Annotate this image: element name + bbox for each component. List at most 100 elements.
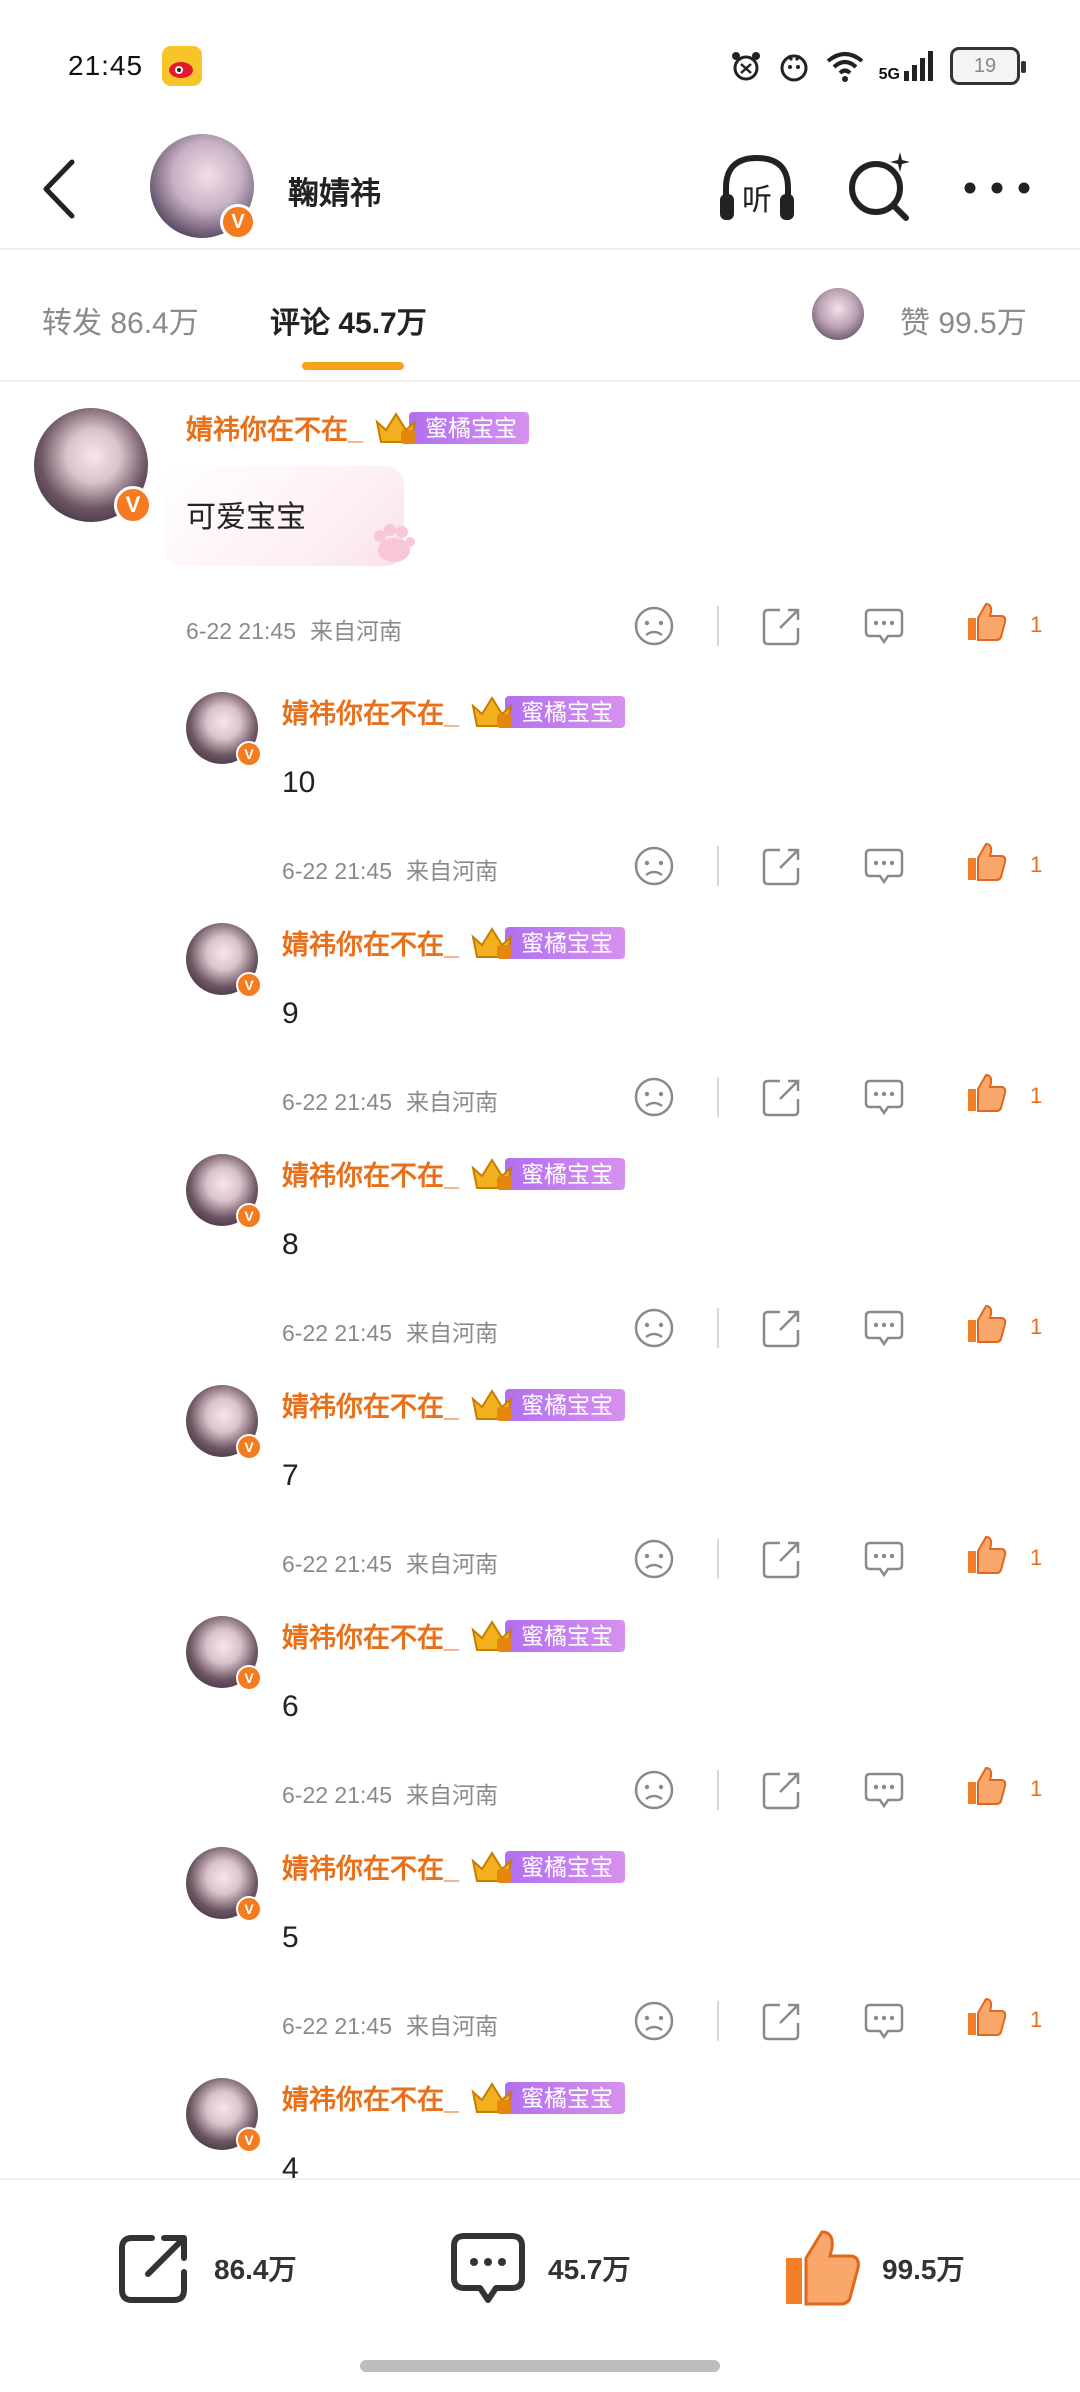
username-text: 婧祎你在不在_ — [282, 1392, 460, 1422]
dislike-face-icon[interactable] — [632, 604, 676, 648]
reply-text: 5 — [282, 1921, 299, 1954]
like-thumb-icon[interactable] — [964, 1995, 1008, 2039]
username-text: 婧祎你在不在_ — [282, 2085, 460, 2115]
crown-icon — [471, 1850, 513, 1883]
tab-comments[interactable]: 评论 45.7万 — [270, 298, 427, 342]
reply-icon[interactable] — [862, 1537, 906, 1581]
reply-avatar[interactable]: V — [186, 1385, 262, 1460]
comment-text: 可爱宝宝 — [186, 501, 306, 534]
reply-avatar[interactable]: V — [186, 2078, 262, 2153]
fan-badge-label: 蜜橘宝宝 — [505, 2081, 626, 2114]
like-thumb-icon[interactable] — [964, 1302, 1008, 1346]
reply-icon[interactable] — [862, 844, 906, 888]
reply-avatar[interactable]: V — [186, 923, 262, 998]
more-icon[interactable] — [960, 168, 1034, 208]
status-bar: 21:45 5G 19 — [0, 0, 1080, 130]
tab-repost[interactable]: 转发 86.4万 — [42, 298, 199, 342]
reply-icon[interactable] — [862, 1768, 906, 1812]
share-icon[interactable] — [760, 1537, 804, 1581]
reply-meta: 6-22 21:45 来自河南 — [282, 1545, 498, 1579]
like-count: 99.5万 — [882, 2254, 965, 2285]
reply-avatar[interactable]: V — [186, 1616, 262, 1691]
search-icon[interactable] — [840, 148, 920, 228]
bottom-repost-button[interactable]: 86.4万 — [114, 2228, 297, 2308]
header: V 鞠婧祎 听 — [0, 128, 1080, 250]
verified-badge-icon: V — [220, 204, 256, 240]
reply-avatar[interactable]: V — [186, 1154, 262, 1229]
action-divider — [717, 1539, 719, 1579]
like-thumb-icon[interactable] — [964, 1071, 1008, 1115]
like-count: 1 — [1030, 1083, 1043, 1108]
reply-username[interactable]: 婧祎你在不在_ 蜜橘宝宝 — [282, 1616, 626, 1655]
action-divider — [717, 606, 719, 646]
commenter-avatar[interactable]: V — [34, 408, 152, 524]
reply-icon[interactable] — [862, 1306, 906, 1350]
author-avatar[interactable]: V — [150, 134, 256, 240]
reply-location: 来自河南 — [405, 2013, 498, 2039]
reply-icon[interactable] — [862, 604, 906, 648]
share-icon[interactable] — [760, 1999, 804, 2043]
reply-username[interactable]: 婧祎你在不在_ 蜜橘宝宝 — [282, 692, 626, 731]
fan-badge[interactable]: 蜜橘宝宝 — [469, 695, 626, 729]
dislike-face-icon[interactable] — [632, 844, 676, 888]
fan-badge-label: 蜜橘宝宝 — [505, 695, 626, 728]
verified-badge-icon: V — [236, 1203, 262, 1229]
like-thumb-icon[interactable] — [964, 1764, 1008, 1808]
dislike-face-icon[interactable] — [632, 1537, 676, 1581]
bottom-comment-button[interactable]: 45.7万 — [448, 2228, 631, 2308]
reply-text: 9 — [282, 997, 299, 1030]
fan-badge[interactable]: 蜜橘宝宝 — [469, 1388, 626, 1422]
share-icon[interactable] — [760, 1075, 804, 1119]
listen-headphone-icon[interactable]: 听 — [716, 148, 798, 228]
face-app-icon — [780, 54, 808, 82]
tab-likes[interactable]: 赞 99.5万 — [900, 298, 1027, 342]
weibo-notification-icon — [162, 46, 202, 86]
like-thumb-icon[interactable] — [964, 1533, 1008, 1577]
back-icon[interactable] — [36, 154, 84, 224]
share-icon[interactable] — [760, 1768, 804, 1812]
fan-badge[interactable]: 蜜橘宝宝 — [469, 1619, 626, 1653]
fan-badge[interactable]: 蜜橘宝宝 — [469, 926, 626, 960]
like-thumb-icon[interactable] — [964, 840, 1008, 884]
home-indicator[interactable] — [360, 2360, 720, 2372]
verified-badge-icon: V — [236, 1665, 262, 1691]
reply-username[interactable]: 婧祎你在不在_ 蜜橘宝宝 — [282, 1154, 626, 1193]
comment-username[interactable]: 婧祎你在不在_ 蜜橘宝宝 — [186, 408, 530, 447]
dislike-face-icon[interactable] — [632, 1768, 676, 1812]
author-name[interactable]: 鞠婧祎 — [288, 168, 381, 213]
dislike-face-icon[interactable] — [632, 1075, 676, 1119]
fan-badge[interactable]: 蜜橘宝宝 — [469, 1157, 626, 1191]
verified-badge-icon: V — [236, 1434, 262, 1460]
paw-sticker-icon — [374, 524, 415, 562]
bottom-like-button[interactable]: 99.5万 — [782, 2228, 965, 2308]
reply-meta: 6-22 21:45 来自河南 — [282, 1314, 498, 1348]
reply-username[interactable]: 婧祎你在不在_ 蜜橘宝宝 — [282, 923, 626, 962]
reply-avatar[interactable]: V — [186, 1847, 262, 1922]
crown-icon — [471, 926, 513, 959]
like-thumb-icon[interactable] — [964, 600, 1008, 644]
fan-badge[interactable]: 蜜橘宝宝 — [469, 2081, 626, 2115]
repost-count: 86.4万 — [214, 2254, 297, 2285]
fan-badge-label: 蜜橘宝宝 — [505, 1619, 626, 1652]
share-icon[interactable] — [760, 844, 804, 888]
fan-badge[interactable]: 蜜橘宝宝 — [373, 411, 530, 445]
share-icon[interactable] — [760, 1306, 804, 1350]
crown-icon — [471, 2081, 513, 2114]
like-count: 1 — [1030, 1545, 1043, 1570]
action-divider — [717, 1077, 719, 1117]
reply-username[interactable]: 婧祎你在不在_ 蜜橘宝宝 — [282, 1847, 626, 1886]
fan-badge[interactable]: 蜜橘宝宝 — [469, 1850, 626, 1884]
reply-location: 来自河南 — [405, 1320, 498, 1346]
dislike-face-icon[interactable] — [632, 1999, 676, 2043]
reply-time: 6-22 21:45 — [282, 1089, 392, 1115]
reply-username[interactable]: 婧祎你在不在_ 蜜橘宝宝 — [282, 2078, 626, 2117]
reply-avatar[interactable]: V — [186, 692, 262, 767]
share-icon[interactable] — [760, 604, 804, 648]
username-text: 婧祎你在不在_ — [186, 415, 364, 445]
reply-username[interactable]: 婧祎你在不在_ 蜜橘宝宝 — [282, 1385, 626, 1424]
dislike-face-icon[interactable] — [632, 1306, 676, 1350]
reply-text: 6 — [282, 1690, 299, 1723]
username-text: 婧祎你在不在_ — [282, 1623, 460, 1653]
reply-icon[interactable] — [862, 1075, 906, 1119]
reply-icon[interactable] — [862, 1999, 906, 2043]
